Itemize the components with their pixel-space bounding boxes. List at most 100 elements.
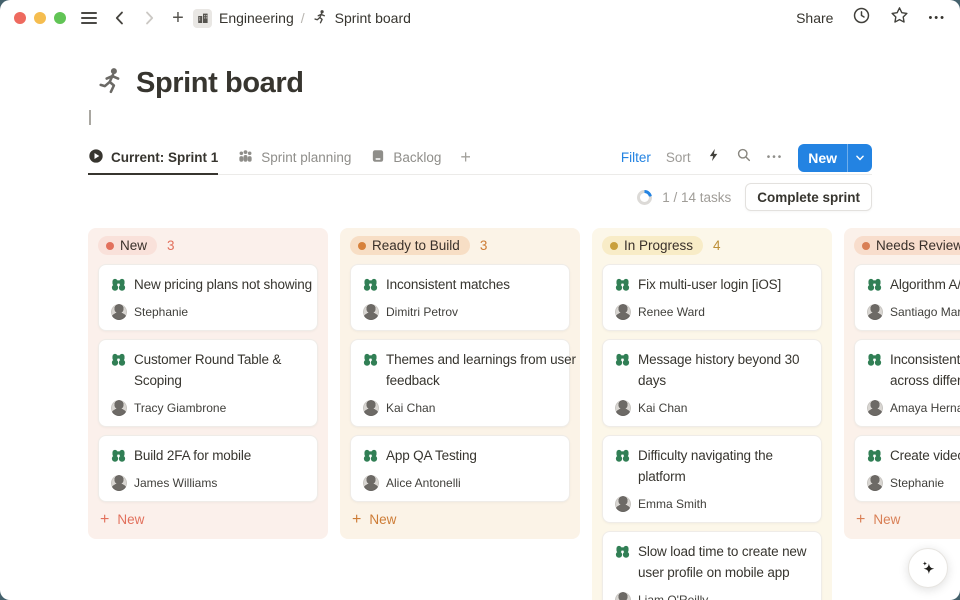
tab-backlog[interactable]: Backlog bbox=[370, 141, 441, 174]
search-icon[interactable] bbox=[736, 147, 752, 168]
task-card[interactable]: Inconsistent matches Dimitri Petrov bbox=[350, 264, 570, 331]
page-icon-runner[interactable] bbox=[95, 66, 125, 101]
tab-label: Current: Sprint 1 bbox=[111, 150, 218, 165]
text-caret bbox=[89, 110, 91, 125]
tab-sprint-planning[interactable]: Sprint planning bbox=[237, 141, 351, 174]
assignee-name: Tracy Giambrone bbox=[134, 401, 226, 415]
column-name: In Progress bbox=[624, 238, 693, 253]
more-icon[interactable]: ••• bbox=[767, 152, 784, 163]
task-card[interactable]: Create video g Stephanie bbox=[854, 435, 960, 502]
binoculars-icon bbox=[362, 351, 379, 368]
add-card-button[interactable]: +New bbox=[88, 502, 328, 539]
task-title: Fix multi-user login [iOS] bbox=[638, 274, 781, 295]
task-title: Build 2FA for mobile bbox=[134, 445, 251, 466]
sort-button[interactable]: Sort bbox=[666, 150, 691, 165]
assignee-name: Renee Ward bbox=[638, 305, 705, 319]
star-icon[interactable] bbox=[890, 6, 909, 30]
task-title: Customer Round Table & Scoping bbox=[134, 349, 281, 391]
add-card-button[interactable]: +New bbox=[844, 502, 960, 539]
avatar bbox=[867, 400, 883, 416]
share-button[interactable]: Share bbox=[796, 10, 833, 26]
task-title: New pricing plans not showing bbox=[134, 274, 312, 295]
minimize-window-button[interactable] bbox=[34, 12, 46, 24]
task-card[interactable]: App QA Testing Alice Antonelli bbox=[350, 435, 570, 502]
chevron-down-icon[interactable] bbox=[847, 144, 872, 172]
task-title: Message history beyond 30 days bbox=[638, 349, 799, 391]
binoculars-icon bbox=[362, 276, 379, 293]
column-header[interactable]: Needs Review bbox=[844, 228, 960, 262]
notion-window: + Engineering / Sprint board Share ••• bbox=[0, 0, 960, 600]
avatar bbox=[363, 304, 379, 320]
assignee-name: Dimitri Petrov bbox=[386, 305, 458, 319]
column-count: 3 bbox=[480, 238, 488, 253]
avatar bbox=[867, 304, 883, 320]
assignee-name: Stephanie bbox=[134, 305, 188, 319]
breadcrumb-page[interactable]: Sprint board bbox=[335, 10, 411, 26]
book-icon bbox=[370, 148, 386, 167]
sprint-status-bar: 1 / 14 tasks Complete sprint bbox=[88, 183, 872, 211]
ai-assistant-button[interactable] bbox=[908, 548, 948, 588]
view-tab-bar: Current: Sprint 1 Sprint planning Backlo… bbox=[88, 141, 872, 175]
close-window-button[interactable] bbox=[14, 12, 26, 24]
assignee-name: Stephanie bbox=[890, 476, 944, 490]
forward-chevron-icon[interactable] bbox=[139, 8, 159, 28]
tab-current-sprint[interactable]: Current: Sprint 1 bbox=[88, 141, 218, 175]
task-card[interactable]: Message history beyond 30 days Kai Chan bbox=[602, 339, 822, 427]
people-icon bbox=[237, 148, 254, 168]
task-card[interactable]: Customer Round Table & Scoping Tracy Gia… bbox=[98, 339, 318, 427]
zoom-window-button[interactable] bbox=[54, 12, 66, 24]
assignee-name: James Williams bbox=[134, 476, 217, 490]
task-title: App QA Testing bbox=[386, 445, 477, 466]
more-icon[interactable]: ••• bbox=[928, 12, 946, 24]
column-header[interactable]: New 3 bbox=[88, 228, 328, 262]
page-title[interactable]: Sprint board bbox=[136, 67, 304, 100]
back-chevron-icon[interactable] bbox=[110, 8, 130, 28]
task-card[interactable]: New pricing plans not showing Stephanie bbox=[98, 264, 318, 331]
clock-icon[interactable] bbox=[852, 6, 871, 30]
assignee-name: Kai Chan bbox=[386, 401, 435, 415]
add-view-button[interactable]: + bbox=[460, 141, 471, 174]
breadcrumb-separator: / bbox=[301, 10, 305, 26]
tasks-progress-label: 1 / 14 tasks bbox=[662, 190, 731, 205]
binoculars-icon bbox=[614, 447, 631, 464]
task-card[interactable]: Themes and learnings from user feedback … bbox=[350, 339, 570, 427]
assignee-name: Liam O'Reilly bbox=[638, 593, 708, 600]
add-page-icon[interactable]: + bbox=[168, 8, 188, 28]
breadcrumb: Engineering / Sprint board bbox=[193, 9, 411, 28]
task-card[interactable]: Fix multi-user login [iOS] Renee Ward bbox=[602, 264, 822, 331]
task-card[interactable]: Difficulty navigating the platform Emma … bbox=[602, 435, 822, 523]
avatar bbox=[111, 400, 127, 416]
hamburger-icon[interactable] bbox=[81, 12, 97, 24]
board-column-new: New 3 New pricing plans not showing Step… bbox=[88, 228, 328, 539]
building-icon bbox=[193, 9, 212, 28]
binoculars-icon bbox=[110, 447, 127, 464]
column-header[interactable]: In Progress 4 bbox=[592, 228, 832, 262]
status-dot bbox=[106, 242, 114, 250]
avatar bbox=[615, 592, 631, 600]
column-name: Ready to Build bbox=[372, 238, 460, 253]
column-count: 4 bbox=[713, 238, 721, 253]
assignee-name: Kai Chan bbox=[638, 401, 687, 415]
task-card[interactable]: Build 2FA for mobile James Williams bbox=[98, 435, 318, 502]
new-task-button[interactable]: New bbox=[798, 144, 872, 172]
lightning-icon[interactable] bbox=[706, 147, 721, 168]
assignee-name: Amaya Hernande bbox=[890, 401, 960, 415]
task-card[interactable]: Inconsistent u across differe Amaya Hern… bbox=[854, 339, 960, 427]
assignee-name: Santiago Martine bbox=[890, 305, 960, 319]
column-header[interactable]: Ready to Build 3 bbox=[340, 228, 580, 262]
binoculars-icon bbox=[614, 276, 631, 293]
task-title: Create video g bbox=[890, 445, 960, 466]
task-card[interactable]: Slow load time to create new user profil… bbox=[602, 531, 822, 600]
binoculars-icon bbox=[866, 447, 883, 464]
tab-label: Backlog bbox=[393, 150, 441, 165]
window-titlebar: + Engineering / Sprint board Share ••• bbox=[0, 0, 960, 36]
filter-button[interactable]: Filter bbox=[621, 150, 651, 165]
task-card[interactable]: Algorithm A/B Santiago Martine bbox=[854, 264, 960, 331]
task-title: Algorithm A/B bbox=[890, 274, 960, 295]
add-card-button[interactable]: +New bbox=[340, 502, 580, 539]
status-dot bbox=[862, 242, 870, 250]
binoculars-icon bbox=[110, 276, 127, 293]
column-name: New bbox=[120, 238, 147, 253]
complete-sprint-button[interactable]: Complete sprint bbox=[745, 183, 872, 211]
breadcrumb-workspace[interactable]: Engineering bbox=[219, 10, 294, 26]
